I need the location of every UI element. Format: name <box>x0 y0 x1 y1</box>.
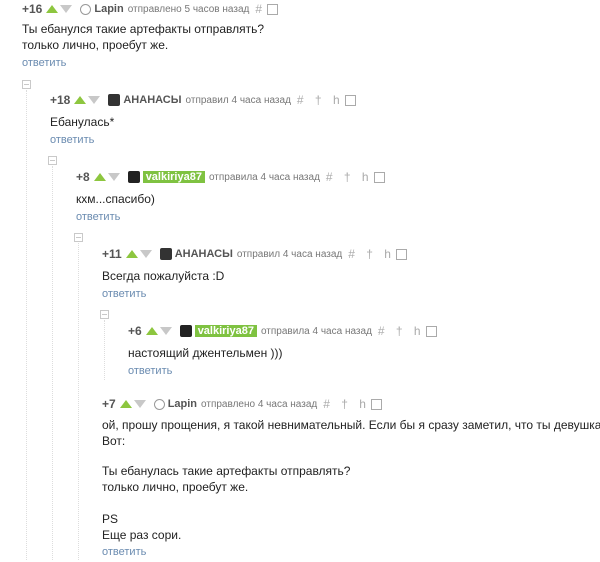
downvote-arrow-icon[interactable] <box>107 173 120 181</box>
comment-rating: +6 <box>128 324 142 338</box>
comment-header: +16 Lapin отправлено 5 часов назад # <box>22 2 279 16</box>
upvote-arrow-icon[interactable] <box>145 327 158 335</box>
comment-tools[interactable]: # † h <box>348 247 407 261</box>
reply-link[interactable]: ответить <box>102 288 146 300</box>
upvote-arrow-icon[interactable] <box>74 96 87 104</box>
avatar[interactable] <box>179 325 192 337</box>
comment-time: отправил 4 часа назад <box>185 94 291 106</box>
comment-line: PS <box>102 512 119 526</box>
upvote-arrow-icon[interactable] <box>119 400 132 408</box>
comment-time: отправила 4 часа назад <box>208 171 320 183</box>
downvote-arrow-icon[interactable] <box>133 400 146 408</box>
comment-rating: +18 <box>50 93 71 107</box>
comment-time: отправила 4 часа назад <box>260 325 372 337</box>
comment-header: +7 Lapin отправлено 4 часа назад # † h <box>102 397 382 411</box>
collapse-toggle[interactable] <box>48 156 57 165</box>
comment-tools[interactable]: # <box>255 2 279 16</box>
comment-author[interactable]: Lapin <box>168 398 197 410</box>
comment-line: Еще раз сори. <box>102 528 182 542</box>
comment-rating: +11 <box>102 247 122 261</box>
comment-header: +18 АНАНАСЫ отправил 4 часа назад # † h <box>50 93 356 107</box>
reply-link[interactable]: ответить <box>128 365 172 377</box>
save-icon[interactable] <box>395 248 407 260</box>
comment-line: ой, прошу прощения, я такой невнимательн… <box>102 418 600 432</box>
save-icon[interactable] <box>370 398 382 410</box>
downvote-arrow-icon[interactable] <box>88 96 101 104</box>
comment-tools[interactable]: # † h <box>323 397 382 411</box>
comment-line: Ты ебанулся такие артефакты отправлять? <box>22 22 265 36</box>
comment-line: Всегда пожалуйста :D <box>102 269 225 283</box>
save-icon[interactable] <box>373 171 385 183</box>
comment-tools[interactable]: # † h <box>297 93 356 107</box>
reply-link[interactable]: ответить <box>50 134 94 146</box>
save-icon[interactable] <box>425 325 437 337</box>
comment-line: Вот: <box>102 434 126 448</box>
comment-line: только лично, проебут же. <box>102 480 249 494</box>
downvote-arrow-icon[interactable] <box>139 250 152 258</box>
comment-line: Ты ебанулась такие артефакты отправлять? <box>102 464 351 478</box>
save-icon[interactable] <box>344 94 356 106</box>
downvote-arrow-icon[interactable] <box>60 5 73 13</box>
collapse-toggle[interactable] <box>100 310 109 319</box>
reply-link[interactable]: ответить <box>76 211 120 223</box>
thread-line <box>104 320 105 380</box>
avatar[interactable] <box>153 398 165 410</box>
comment-line: настоящий джентельмен ))) <box>128 346 283 360</box>
comment-rating: +16 <box>22 2 43 16</box>
comment-time: отправлено 4 часа назад <box>201 398 318 410</box>
comment-rating: +7 <box>102 397 116 411</box>
thread-line <box>52 166 53 560</box>
upvote-arrow-icon[interactable] <box>93 173 106 181</box>
comment-author[interactable]: АНАНАСЫ <box>175 248 233 260</box>
upvote-arrow-icon[interactable] <box>125 250 138 258</box>
upvote-arrow-icon[interactable] <box>46 5 59 13</box>
comment-line: Ебанулась* <box>50 115 115 129</box>
comment-author[interactable]: Lapin <box>94 3 123 15</box>
downvote-arrow-icon[interactable] <box>159 327 172 335</box>
comment-tools[interactable]: # † h <box>378 324 437 338</box>
comment-tools[interactable]: # † h <box>326 170 385 184</box>
comment-time: отправлено 5 часов назад <box>127 3 250 15</box>
comment-header: +8 valkiriya87 отправила 4 часа назад # … <box>76 170 385 184</box>
comment-header: +6 valkiriya87 отправила 4 часа назад # … <box>128 324 437 338</box>
comment-rating: +8 <box>76 170 90 184</box>
avatar[interactable] <box>108 94 121 106</box>
collapse-toggle[interactable] <box>22 80 31 89</box>
comment-line: кхм...спасибо) <box>76 192 155 206</box>
avatar[interactable] <box>159 248 172 260</box>
save-icon[interactable] <box>267 3 279 15</box>
reply-link[interactable]: ответить <box>22 57 66 69</box>
comment-line: только лично, проебут же. <box>22 38 169 52</box>
comment-author[interactable]: valkiriya87 <box>142 171 205 183</box>
thread-line <box>26 90 27 560</box>
avatar[interactable] <box>80 3 92 15</box>
thread-line <box>78 243 79 560</box>
comment-author[interactable]: valkiriya87 <box>194 325 257 337</box>
avatar[interactable] <box>127 171 140 183</box>
comment-header: +11 АНАНАСЫ отправил 4 часа назад # † h <box>102 247 407 261</box>
reply-link[interactable]: ответить <box>102 546 146 558</box>
comment-time: отправил 4 часа назад <box>236 248 343 260</box>
collapse-toggle[interactable] <box>74 233 83 242</box>
comment-author[interactable]: АНАНАСЫ <box>123 94 181 106</box>
